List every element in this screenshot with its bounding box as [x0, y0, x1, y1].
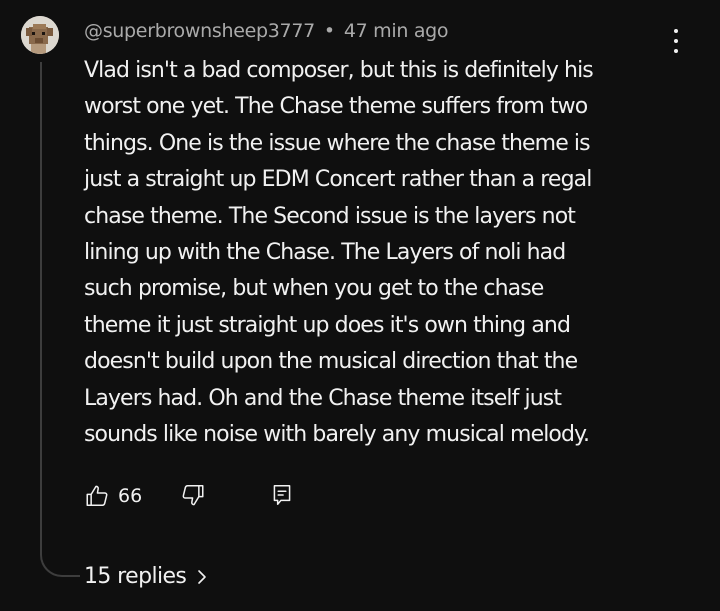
comment-thread: @superbrownsheep3777 • 47 min ago Vlad isn…: [0, 0, 720, 611]
thread-connector-line: [40, 62, 80, 577]
thumbs-up-icon: [86, 485, 108, 506]
comment-body: Vlad isn't a bad composer, but this is d…: [84, 53, 689, 453]
comment-text-line: such promise, but when you get to the ch…: [84, 276, 544, 302]
more-vertical-icon: [674, 29, 678, 33]
comment-timestamp[interactable]: 47 min ago: [344, 20, 449, 42]
comment-text-line: Vlad isn't a bad composer, but this is d…: [84, 58, 594, 83]
reply-button[interactable]: [269, 482, 295, 510]
sheep-avatar-icon: [21, 16, 59, 54]
avatar[interactable]: [21, 16, 59, 54]
like-count: 66: [118, 485, 143, 507]
comment-text-line: worst one yet. The Chase theme suffers f…: [84, 94, 588, 120]
chevron-right-icon: [198, 569, 207, 584]
view-replies-button[interactable]: 15 replies: [84, 564, 208, 589]
dislike-button[interactable]: [180, 482, 206, 510]
comment-actions: 66: [84, 480, 324, 514]
separator-dot: •: [323, 20, 335, 42]
comment-text-line: just a straight up EDM Concert rather th…: [84, 167, 592, 193]
comment-text-line: lining up with the Chase. The Layers of …: [84, 239, 566, 265]
comment-text-line: doesn't build upon the musical direction…: [84, 349, 578, 375]
comment-text-line: Layers had. Oh and the Chase theme itsel…: [84, 385, 562, 411]
comment-text-line: chase theme. The Second issue is the lay…: [84, 203, 576, 229]
comment-text-line: things. One is the issue where the chase…: [84, 130, 591, 156]
comment-header: @superbrownsheep3777 • 47 min ago: [84, 20, 449, 42]
comment-text-line: theme it just straight up does it's own …: [84, 312, 571, 338]
more-actions-button[interactable]: [664, 26, 688, 56]
reply-comment-icon: [273, 485, 291, 505]
thumbs-down-icon: [182, 485, 204, 506]
author-handle[interactable]: @superbrownsheep3777: [84, 20, 315, 42]
like-button[interactable]: 66: [84, 482, 142, 510]
comment-text-line: sounds like noise with barely any musica…: [84, 421, 590, 447]
replies-label: 15 replies: [84, 564, 187, 589]
